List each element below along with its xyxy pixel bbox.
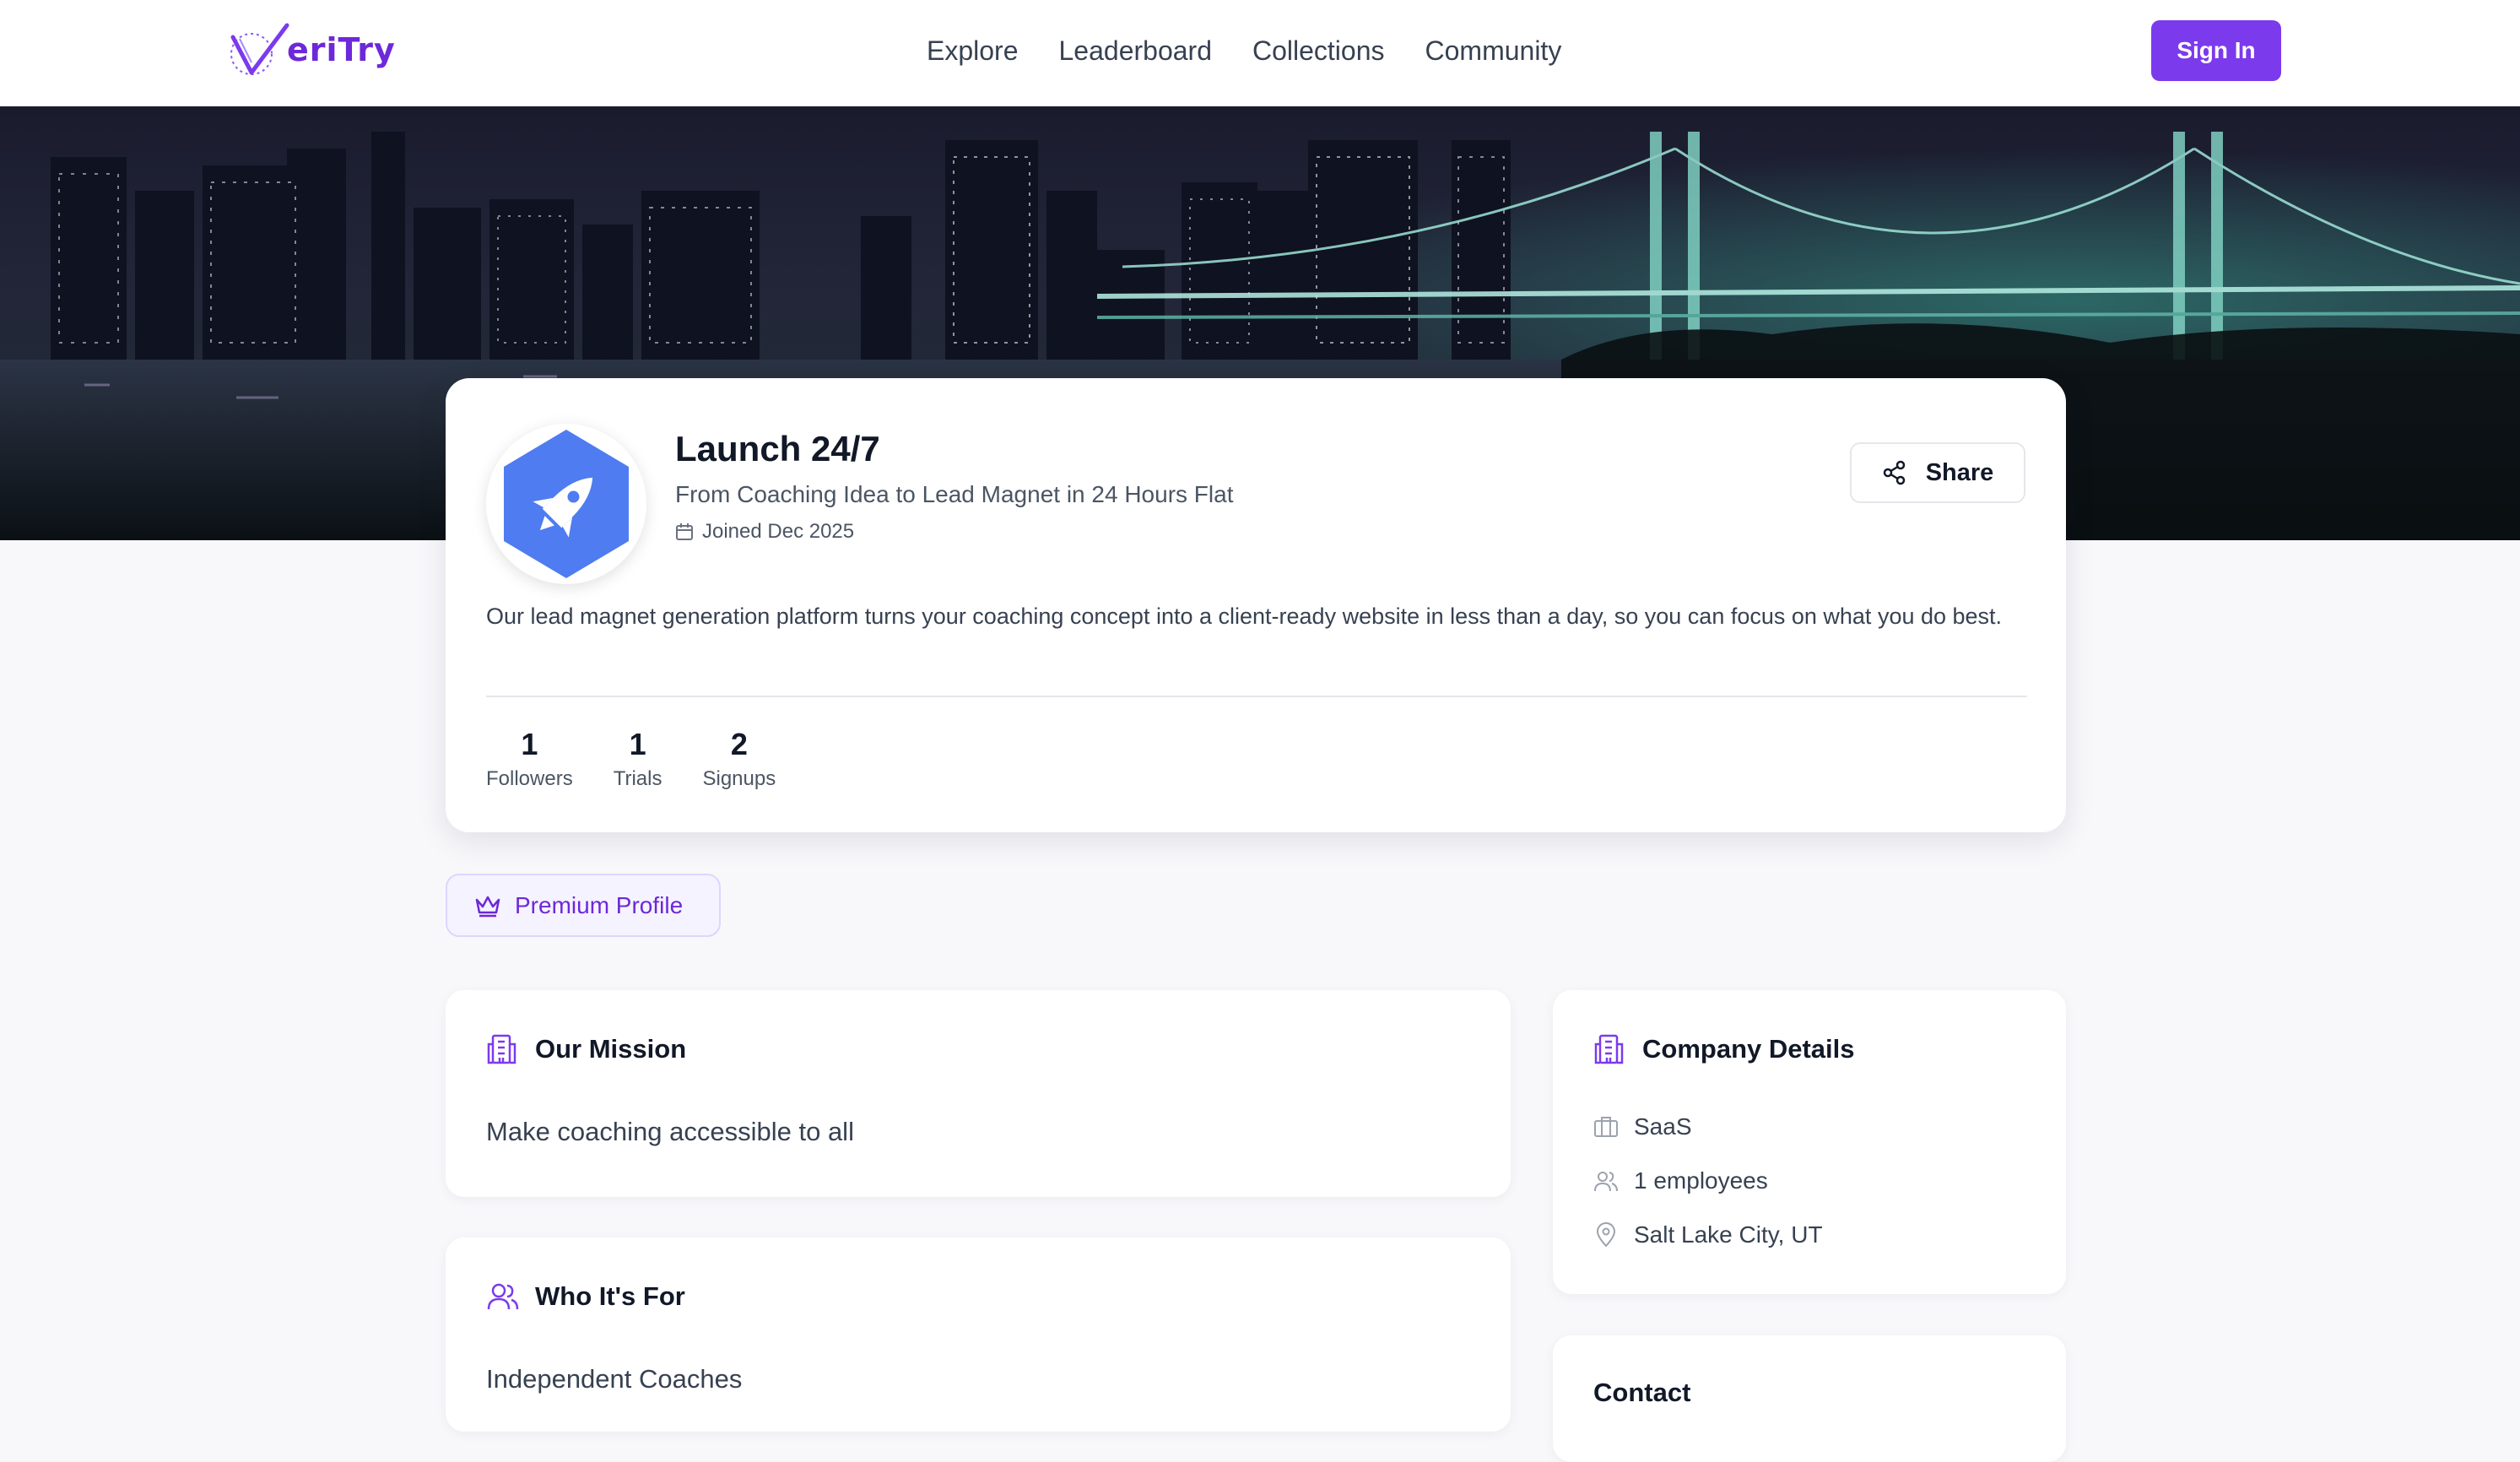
users-icon: [487, 1283, 519, 1310]
nav-explore[interactable]: Explore: [927, 30, 1019, 71]
users-icon: [1594, 1172, 1618, 1192]
industry-row: SaaS: [1593, 1113, 1692, 1140]
employees-text: 1 employees: [1634, 1167, 1768, 1194]
joined-date: Joined Dec 2025: [675, 520, 854, 544]
industry-text: SaaS: [1634, 1113, 1692, 1140]
share-label: Share: [1925, 458, 1994, 486]
building-icon: [1594, 1034, 1624, 1064]
nav-community[interactable]: Community: [1425, 30, 1562, 71]
premium-label: Premium Profile: [515, 891, 684, 918]
sign-in-button[interactable]: Sign In: [2151, 20, 2281, 81]
logo-check-icon: [230, 23, 289, 75]
contact-panel: Contact: [1553, 1335, 2066, 1462]
profile-name: Launch 24/7: [675, 429, 880, 468]
contact-title: Contact: [1593, 1378, 1690, 1408]
share-button[interactable]: Share: [1850, 442, 2025, 503]
logo-text: eriTry: [287, 31, 396, 68]
nav-collections[interactable]: Collections: [1252, 30, 1385, 71]
stat-label: Trials: [613, 767, 662, 790]
audience-text: Independent Coaches: [486, 1364, 743, 1394]
profile-description: Our lead magnet generation platform turn…: [486, 604, 2003, 629]
audience-panel: Who It's For Independent Coaches: [446, 1237, 1511, 1432]
audience-title-text: Who It's For: [535, 1281, 685, 1311]
crown-icon: [475, 896, 500, 917]
map-pin-icon: [1596, 1222, 1616, 1248]
briefcase-icon: [1594, 1117, 1618, 1137]
audience-title: Who It's For: [486, 1280, 685, 1313]
location-row: Salt Lake City, UT: [1593, 1221, 1823, 1248]
rocket-icon: [504, 430, 629, 578]
building-icon: [487, 1034, 516, 1064]
stats-row: 1 Followers 1 Trials 2 Signups: [486, 726, 816, 795]
profile-card: Launch 24/7 From Coaching Idea to Lead M…: [446, 378, 2066, 832]
mission-text: Make coaching accessible to all: [486, 1117, 854, 1146]
main-nav: Explore Leaderboard Collections Communit…: [927, 30, 1561, 71]
share-icon: [1883, 460, 1905, 485]
divider: [486, 696, 2027, 697]
stat-label: Signups: [702, 767, 776, 790]
stat-value: 1: [521, 727, 538, 761]
stat-value: 2: [730, 727, 748, 761]
contact-title-text: Contact: [1593, 1378, 1691, 1407]
company-details-title-text: Company Details: [1642, 1034, 1855, 1064]
employees-row: 1 employees: [1593, 1167, 1768, 1194]
stat-signups[interactable]: 2 Signups: [702, 726, 776, 795]
company-details-panel: Company Details SaaS 1 employees Salt La…: [1553, 990, 2066, 1294]
stat-label: Followers: [486, 767, 573, 790]
premium-profile-badge: Premium Profile: [446, 874, 721, 937]
mission-title: Our Mission: [486, 1032, 686, 1066]
stat-trials[interactable]: 1 Trials: [614, 726, 662, 795]
calendar-icon: [676, 523, 693, 540]
location-text: Salt Lake City, UT: [1634, 1221, 1823, 1248]
veritry-logo[interactable]: eriTry: [228, 20, 396, 79]
stat-followers[interactable]: 1 Followers: [486, 726, 573, 795]
profile-tagline: From Coaching Idea to Lead Magnet in 24 …: [675, 481, 1234, 507]
company-details-title: Company Details: [1593, 1032, 1855, 1066]
mission-title-text: Our Mission: [535, 1034, 687, 1064]
nav-leaderboard[interactable]: Leaderboard: [1059, 30, 1212, 71]
joined-text: Joined Dec 2025: [702, 520, 855, 543]
mission-panel: Our Mission Make coaching accessible to …: [446, 990, 1511, 1197]
top-navbar: eriTry Explore Leaderboard Collections C…: [0, 0, 2520, 106]
stat-value: 1: [629, 727, 646, 761]
avatar: [486, 424, 646, 584]
